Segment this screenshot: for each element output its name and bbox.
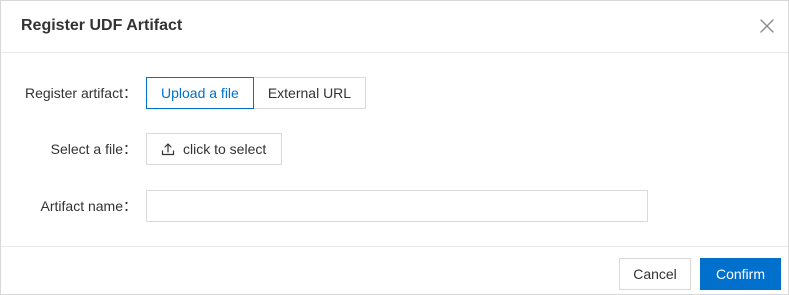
upload-icon <box>161 143 175 156</box>
register-artifact-row: Register artifact： Upload a file Externa… <box>1 77 788 109</box>
close-icon <box>760 19 774 33</box>
dialog-header: Register UDF Artifact <box>1 1 788 53</box>
artifact-name-row: Artifact name： <box>1 190 788 222</box>
select-file-button[interactable]: click to select <box>146 133 283 165</box>
register-udf-artifact-dialog: Register UDF Artifact Register artifact：… <box>0 0 789 295</box>
select-file-row: Select a file： click to select <box>1 133 788 165</box>
confirm-button[interactable]: Confirm <box>700 258 781 290</box>
close-button[interactable] <box>758 17 776 35</box>
dialog-footer: Cancel Confirm <box>1 246 788 294</box>
select-file-label: Select a file： <box>50 141 137 157</box>
upload-a-file-option[interactable]: Upload a file <box>146 77 254 109</box>
select-file-button-label: click to select <box>183 141 267 157</box>
dialog-title: Register UDF Artifact <box>21 17 183 34</box>
artifact-name-input[interactable] <box>146 190 648 222</box>
register-artifact-toggle: Upload a file External URL <box>146 77 367 109</box>
cancel-button[interactable]: Cancel <box>619 258 691 290</box>
register-artifact-label: Register artifact： <box>24 85 137 101</box>
artifact-name-label: Artifact name： <box>40 198 137 214</box>
external-url-option[interactable]: External URL <box>252 77 367 109</box>
